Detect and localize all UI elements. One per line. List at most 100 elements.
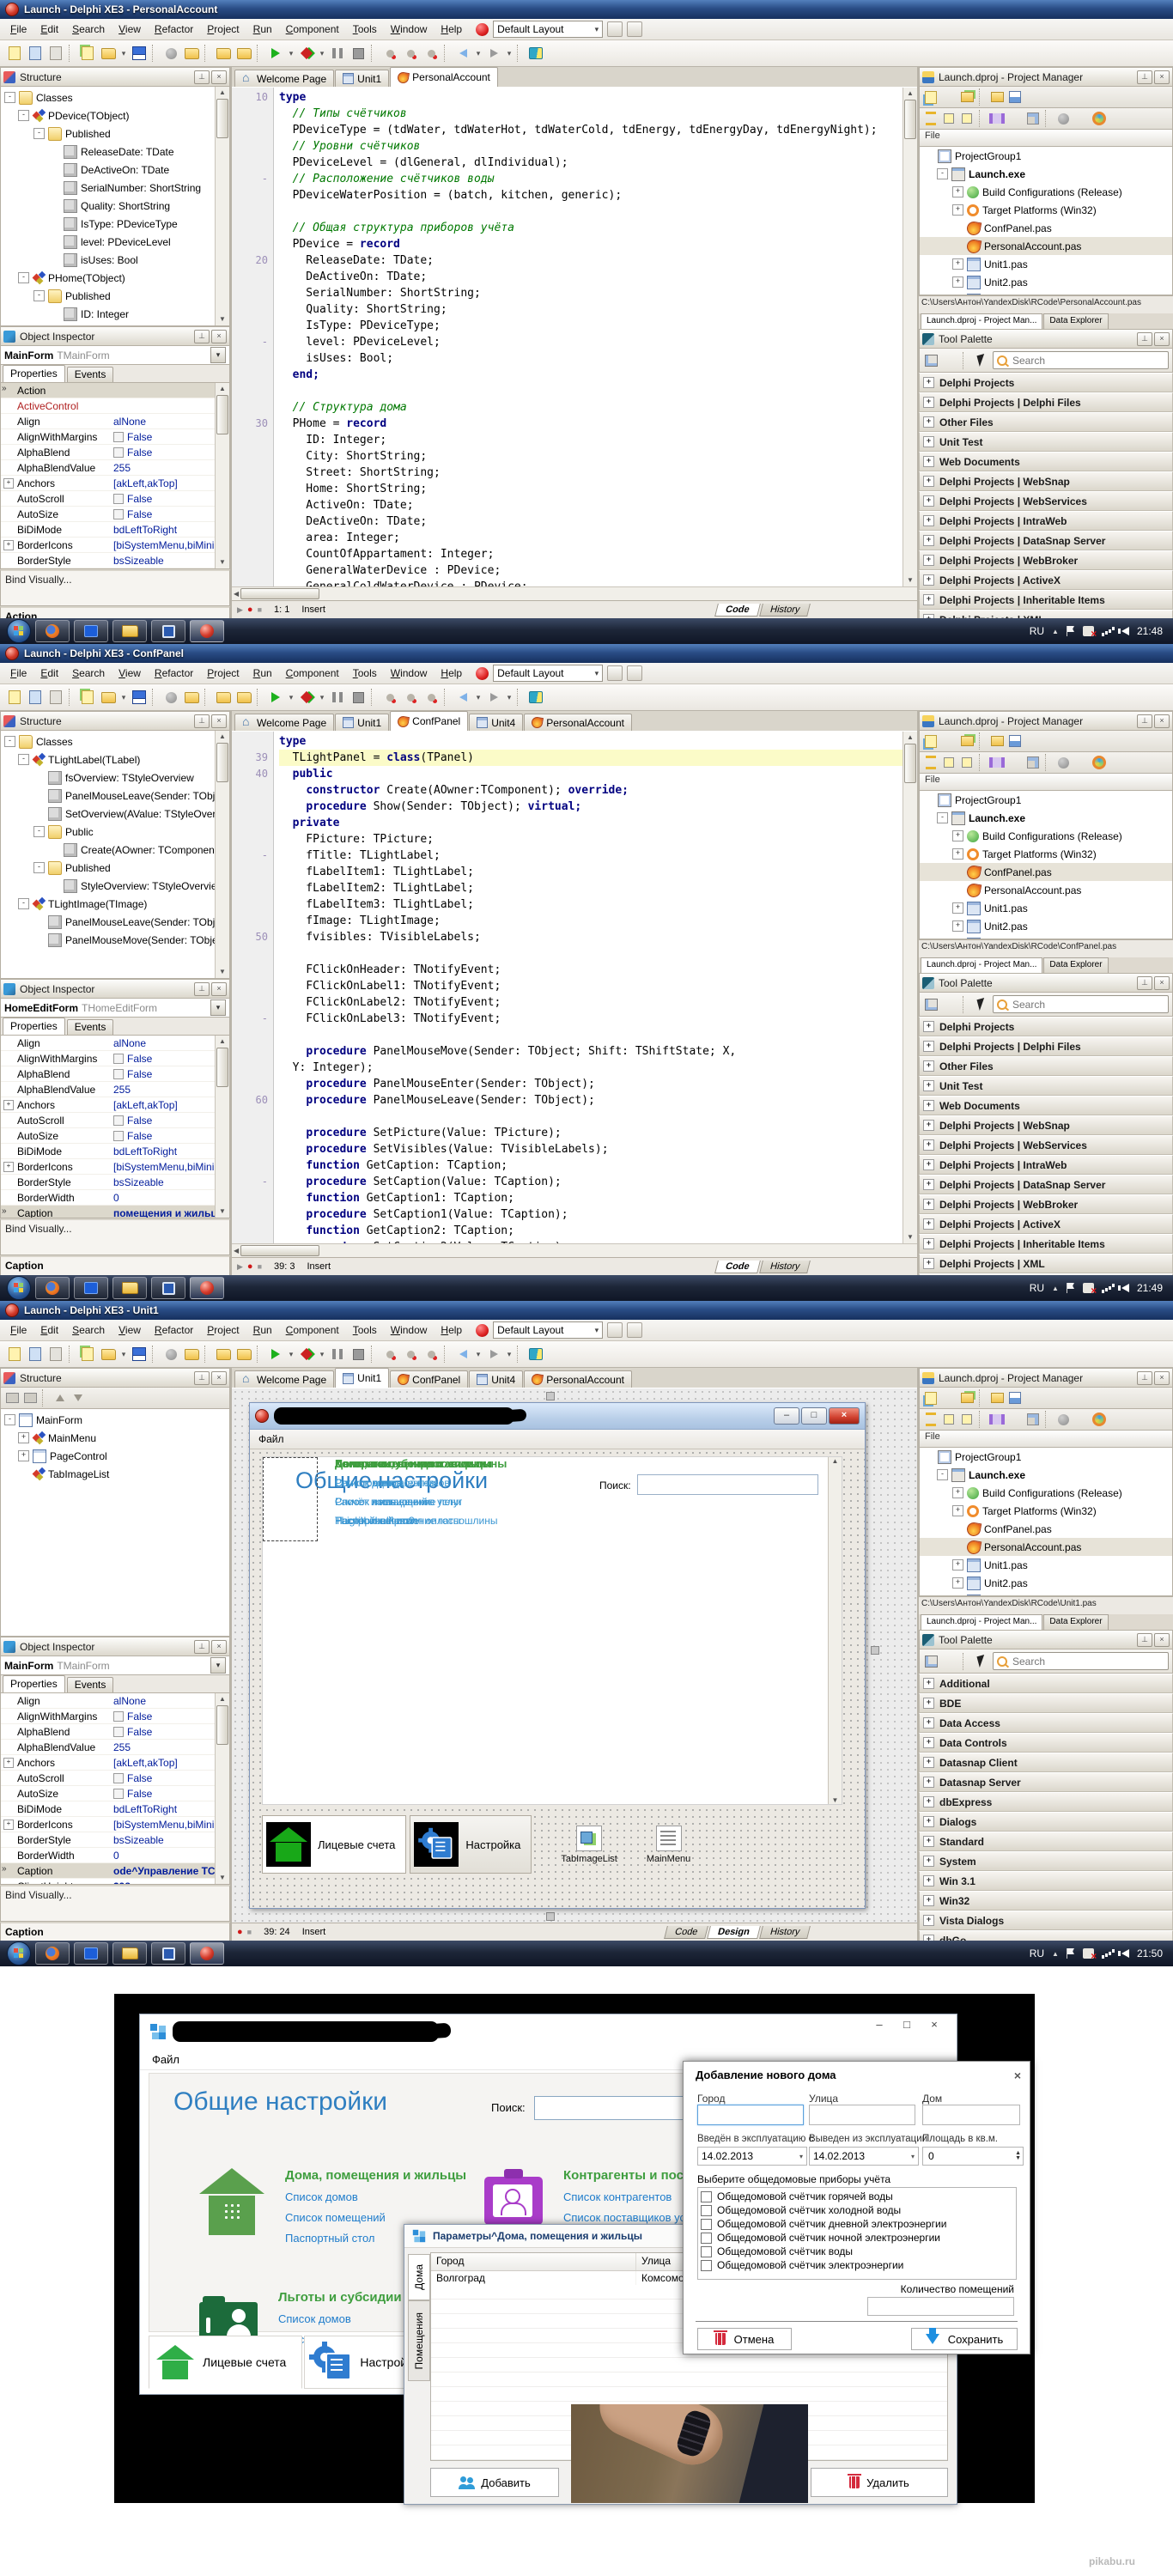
tree-item[interactable]: -PDevice(TObject) <box>1 106 215 125</box>
separator[interactable] <box>517 45 523 62</box>
new-project-icon[interactable] <box>923 89 939 105</box>
forward-dropdown-icon[interactable] <box>505 1345 514 1364</box>
separator[interactable] <box>257 1346 263 1363</box>
start-button[interactable] <box>7 619 31 643</box>
tree-item[interactable]: level: PDeviceLevel <box>1 233 215 251</box>
install-package-icon[interactable] <box>234 688 253 707</box>
project-tree-item[interactable]: ProjectGroup1 <box>920 147 1172 165</box>
tree-item[interactable]: StyleOverview: TStyleOverview <box>1 877 215 895</box>
tool-palette-category[interactable]: +Delphi Projects | WebServices <box>919 1135 1173 1155</box>
tool-palette-category[interactable]: +Delphi Projects | DataSnap Server <box>919 1175 1173 1194</box>
property-row[interactable]: AlignWithMarginsFalse <box>1 1709 215 1724</box>
pin-icon[interactable]: ⊥ <box>194 714 210 728</box>
separator[interactable] <box>444 689 450 706</box>
tool-palette-category[interactable]: +Additional <box>919 1674 1173 1693</box>
project-tree-item[interactable]: +Target Platforms (Win32) <box>920 845 1172 863</box>
property-row[interactable]: BiDiModebdLeftToRight <box>1 1801 215 1817</box>
checkbox[interactable] <box>701 2191 712 2202</box>
open-icon[interactable] <box>26 688 45 707</box>
platform-dropdown-icon[interactable] <box>1109 1412 1125 1427</box>
search-input[interactable] <box>1011 998 1164 1012</box>
sort-by-icon[interactable] <box>989 1412 1005 1427</box>
menu-item[interactable]: View <box>112 1321 148 1339</box>
close-icon[interactable]: × <box>211 982 227 996</box>
language-indicator[interactable]: RU <box>1030 1282 1044 1294</box>
tool-palette-category[interactable]: +Delphi Projects | IntraWeb <box>919 511 1173 531</box>
tab-confpanel[interactable]: ConfPanel <box>390 1370 468 1388</box>
menu-item[interactable]: Search <box>65 21 112 38</box>
property-value[interactable]: [biSystemMenu,biMinimize, <box>113 1161 215 1173</box>
separator[interactable] <box>69 689 75 706</box>
sync-error-icon[interactable] <box>1083 626 1094 636</box>
pause-icon[interactable] <box>328 44 347 63</box>
checkbox[interactable] <box>701 2219 712 2230</box>
project-tree-item[interactable]: ConfPanel.pas <box>920 863 1172 881</box>
tool-palette-category[interactable]: +Win32 <box>919 1891 1173 1911</box>
tree-item[interactable]: -Published <box>1 287 215 305</box>
move-up-icon[interactable] <box>52 1390 68 1406</box>
project-tree-item[interactable]: +Unit2.pas <box>920 917 1172 935</box>
save-icon[interactable] <box>130 1345 149 1364</box>
selection-cursor-icon[interactable] <box>974 1654 989 1669</box>
separator[interactable] <box>204 45 210 62</box>
word-taskbar-button[interactable] <box>151 620 185 642</box>
structure-panel-header[interactable]: Structure⊥× <box>0 711 230 731</box>
tree-item[interactable]: -TLightLabel(TLabel) <box>1 750 215 769</box>
clock[interactable]: 21:48 <box>1137 625 1163 637</box>
categories-icon[interactable] <box>923 997 939 1012</box>
project-manager-header[interactable]: Launch.dproj - Project Manager⊥× <box>919 67 1173 87</box>
property-value[interactable]: [akLeft,akTop] <box>113 477 215 489</box>
tree-item[interactable]: fsOverview: TStyleOverview <box>1 769 215 787</box>
tree-expander[interactable]: + <box>952 1505 963 1516</box>
delphi-taskbar-button[interactable] <box>190 1277 224 1299</box>
firefox-taskbar-button[interactable] <box>35 1277 70 1299</box>
property-value[interactable]: bdLeftToRight <box>113 1145 215 1157</box>
build-configuration-icon[interactable] <box>1055 111 1071 126</box>
property-value[interactable]: False <box>113 1772 215 1784</box>
separator[interactable] <box>257 689 263 706</box>
expand-all-icon[interactable] <box>941 755 957 770</box>
menu-item[interactable]: Edit <box>33 21 65 38</box>
menu-item[interactable]: File <box>3 665 33 682</box>
stop-icon[interactable] <box>349 688 368 707</box>
tree-expander[interactable]: - <box>18 110 29 121</box>
tree-item[interactable]: -Published <box>1 859 215 877</box>
close-button[interactable]: × <box>922 2017 946 2034</box>
view-tab[interactable]: History <box>759 1926 811 1939</box>
navigate-back-icon[interactable] <box>453 1345 472 1364</box>
tree-expander[interactable]: - <box>33 826 45 837</box>
explorer-taskbar-button[interactable] <box>112 1277 147 1299</box>
property-value[interactable]: False <box>113 431 215 443</box>
run-icon[interactable] <box>266 44 285 63</box>
separator[interactable] <box>979 754 985 771</box>
tool-palette-category[interactable]: +Delphi Projects | WebServices <box>919 491 1173 511</box>
property-value[interactable]: bsSizeable <box>113 1834 215 1846</box>
bind-visually-link[interactable]: Bind Visually... <box>0 1218 230 1255</box>
separator[interactable] <box>979 1389 985 1406</box>
property-value[interactable]: alNone <box>113 1037 215 1049</box>
tool-palette-category[interactable]: +Web Documents <box>919 452 1173 471</box>
group-link[interactable]: Регистрация должников <box>335 1477 507 1489</box>
project-tree-item[interactable]: +Target Platforms (Win32) <box>920 1502 1172 1520</box>
device-checkbox-row[interactable]: Общедомовой счётчик горячей воды <box>698 2190 1016 2203</box>
property-value[interactable]: bsSizeable <box>113 1176 215 1188</box>
tab-project-manager[interactable]: Launch.dproj - Project Man... <box>921 957 1042 973</box>
property-row[interactable]: BorderWidth0 <box>1 1848 215 1863</box>
selection-cursor-icon[interactable] <box>974 353 989 368</box>
categories-icon[interactable] <box>923 1654 939 1669</box>
file-column-header[interactable]: File <box>919 130 1173 147</box>
property-row[interactable]: AutoSizeFalse <box>1 507 215 522</box>
tool-palette-category[interactable]: +Dialogs <box>919 1812 1173 1832</box>
save-icon[interactable] <box>130 44 149 63</box>
object-inspector-instance-combo[interactable]: HomeEditFormTHomeEditForm▾ <box>0 999 230 1018</box>
tab-data-explorer[interactable]: Data Explorer <box>1043 313 1108 329</box>
close-icon[interactable]: × <box>211 1371 227 1385</box>
project-tree-item[interactable]: ProjectGroup1 <box>920 1448 1172 1466</box>
install-package-icon[interactable] <box>234 44 253 63</box>
menu-item[interactable]: Component <box>279 21 346 38</box>
close-icon[interactable]: × <box>1154 1371 1170 1385</box>
property-value[interactable]: 255 <box>113 462 215 474</box>
property-expander[interactable]: + <box>3 1820 14 1830</box>
tree-item[interactable]: PanelMouseLeave(Sender: TObject) <box>1 913 215 931</box>
tree-expander[interactable]: - <box>4 92 15 103</box>
